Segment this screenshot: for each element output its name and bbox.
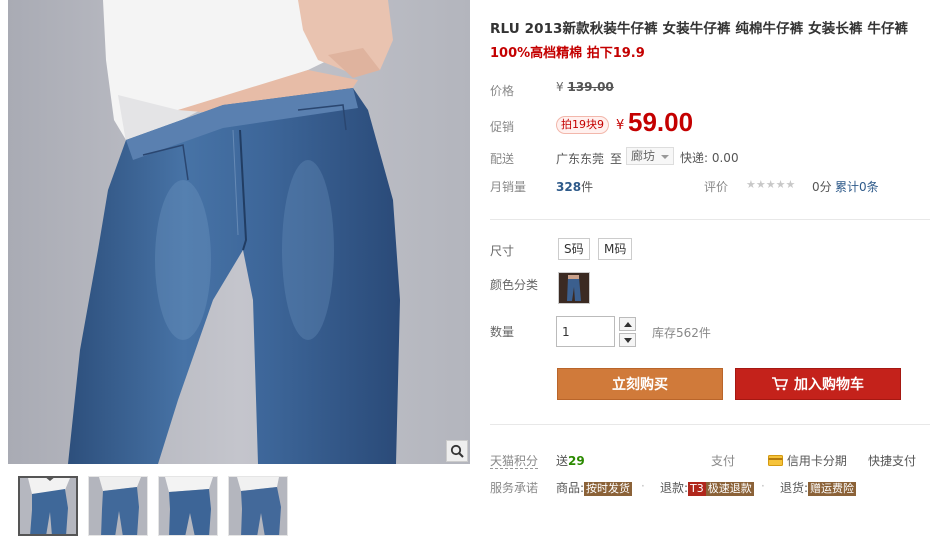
thumbnail-image [89,477,147,535]
credit-installment-label: 信用卡分期 [786,454,847,468]
color-swatch-image [559,273,589,303]
service-goods-label: 商品: [556,481,585,495]
currency-symbol: ¥ [556,80,564,94]
destination-select[interactable]: 廊坊 [626,147,675,165]
promo-tag: 拍19块9 [556,116,609,134]
ship-to-word: 至 [610,152,623,166]
monthly-sales: 328件 [556,178,593,195]
credit-installment[interactable]: 信用卡分期 [768,452,847,469]
shipping-insurance-tag[interactable]: 赠运费险 [808,482,857,496]
product-subtitle: 100%高档精棉 拍下19.9 [490,46,645,61]
thumbnail-image [20,478,76,534]
on-time-shipping-tag[interactable]: 按时发货 [584,482,633,496]
divider [490,424,930,425]
quantity-input[interactable] [556,316,615,347]
points-number: 29 [568,454,585,468]
promo-currency: ¥ [616,118,625,133]
points-value: 送29 [556,452,585,469]
delivery-label: 配送 [490,152,515,166]
quantity-increase-button[interactable] [619,317,636,331]
thumbnail-image [229,477,287,535]
promo-label: 促销 [490,120,515,134]
service-refund-label: 退款: [660,481,689,495]
divider [490,219,930,220]
monthly-sales-label: 月销量 [490,180,527,194]
color-swatch[interactable] [558,272,590,304]
product-info: RLU 2013新款秋装牛仔裤 女装牛仔裤 纯棉牛仔裤 女装长裤 牛仔裤 100… [490,0,930,553]
points-label[interactable]: 天猫积分 [490,452,539,469]
thumbnail-4[interactable] [228,476,288,536]
review-count-link[interactable]: 累计0条 [835,178,879,195]
quantity-decrease-button[interactable] [619,333,636,347]
thumbnail-strip [18,476,288,536]
thumbnail-2[interactable] [88,476,148,536]
chevron-down-icon [661,155,670,159]
magnifier-icon [450,444,464,458]
main-product-image[interactable] [8,0,470,464]
service-return: 退货: 赠运费险 [780,479,857,496]
ship-from: 广东东莞 [556,152,605,166]
separator-dot: · [761,479,765,493]
thumbnail-1[interactable] [18,476,78,536]
payment-label: 支付 [711,454,736,468]
original-price-value: 139.00 [567,80,614,94]
fast-refund-tag[interactable]: 极速退款 [705,482,754,496]
stock-count: 库存562件 [652,326,711,340]
monthly-sales-count: 328 [556,180,582,194]
size-label: 尺寸 [490,244,515,258]
quick-pay[interactable]: 快捷支付 [868,452,916,469]
chevron-up-icon [623,321,632,327]
zoom-button[interactable] [446,440,468,462]
jeans-photo [8,0,470,464]
t3-badge-icon: T3 [688,482,706,496]
color-label: 颜色分类 [490,278,539,292]
original-price: ¥ 139.00 [556,80,614,94]
service-return-label: 退货: [780,481,809,495]
add-to-cart-label: 加入购物车 [794,377,864,393]
rating-label: 评价 [704,180,729,194]
price-label: 价格 [490,84,515,98]
promo-price: 59.00 [628,107,694,137]
size-option-m[interactable]: M码 [598,238,633,260]
service-label: 服务承诺 [490,481,539,495]
destination-value: 廊坊 [631,149,656,163]
service-refund: 退款: T3 极速退款 [660,479,754,496]
add-to-cart-button[interactable]: 加入购物车 [735,368,901,400]
rating-stars: ★★★★★ [746,178,796,191]
thumbnail-3[interactable] [158,476,218,536]
credit-card-icon [768,455,783,466]
monthly-sales-unit: 件 [581,180,594,194]
service-goods: 商品: 按时发货 [556,479,633,496]
cart-icon [772,377,788,391]
rating-score: 0分 [812,180,832,194]
thumbnail-image [159,477,217,535]
buy-now-button[interactable]: 立刻购买 [557,368,723,400]
shipping-fee: 快递: 0.00 [680,151,739,165]
quantity-label: 数量 [490,325,515,339]
product-title: RLU 2013新款秋装牛仔裤 女装牛仔裤 纯棉牛仔裤 女装长裤 牛仔裤 [490,21,909,37]
size-option-s[interactable]: S码 [558,238,590,260]
product-gallery [8,0,470,553]
points-text: 送 [556,454,569,468]
separator-dot: · [641,479,645,493]
chevron-down-icon [623,337,632,343]
